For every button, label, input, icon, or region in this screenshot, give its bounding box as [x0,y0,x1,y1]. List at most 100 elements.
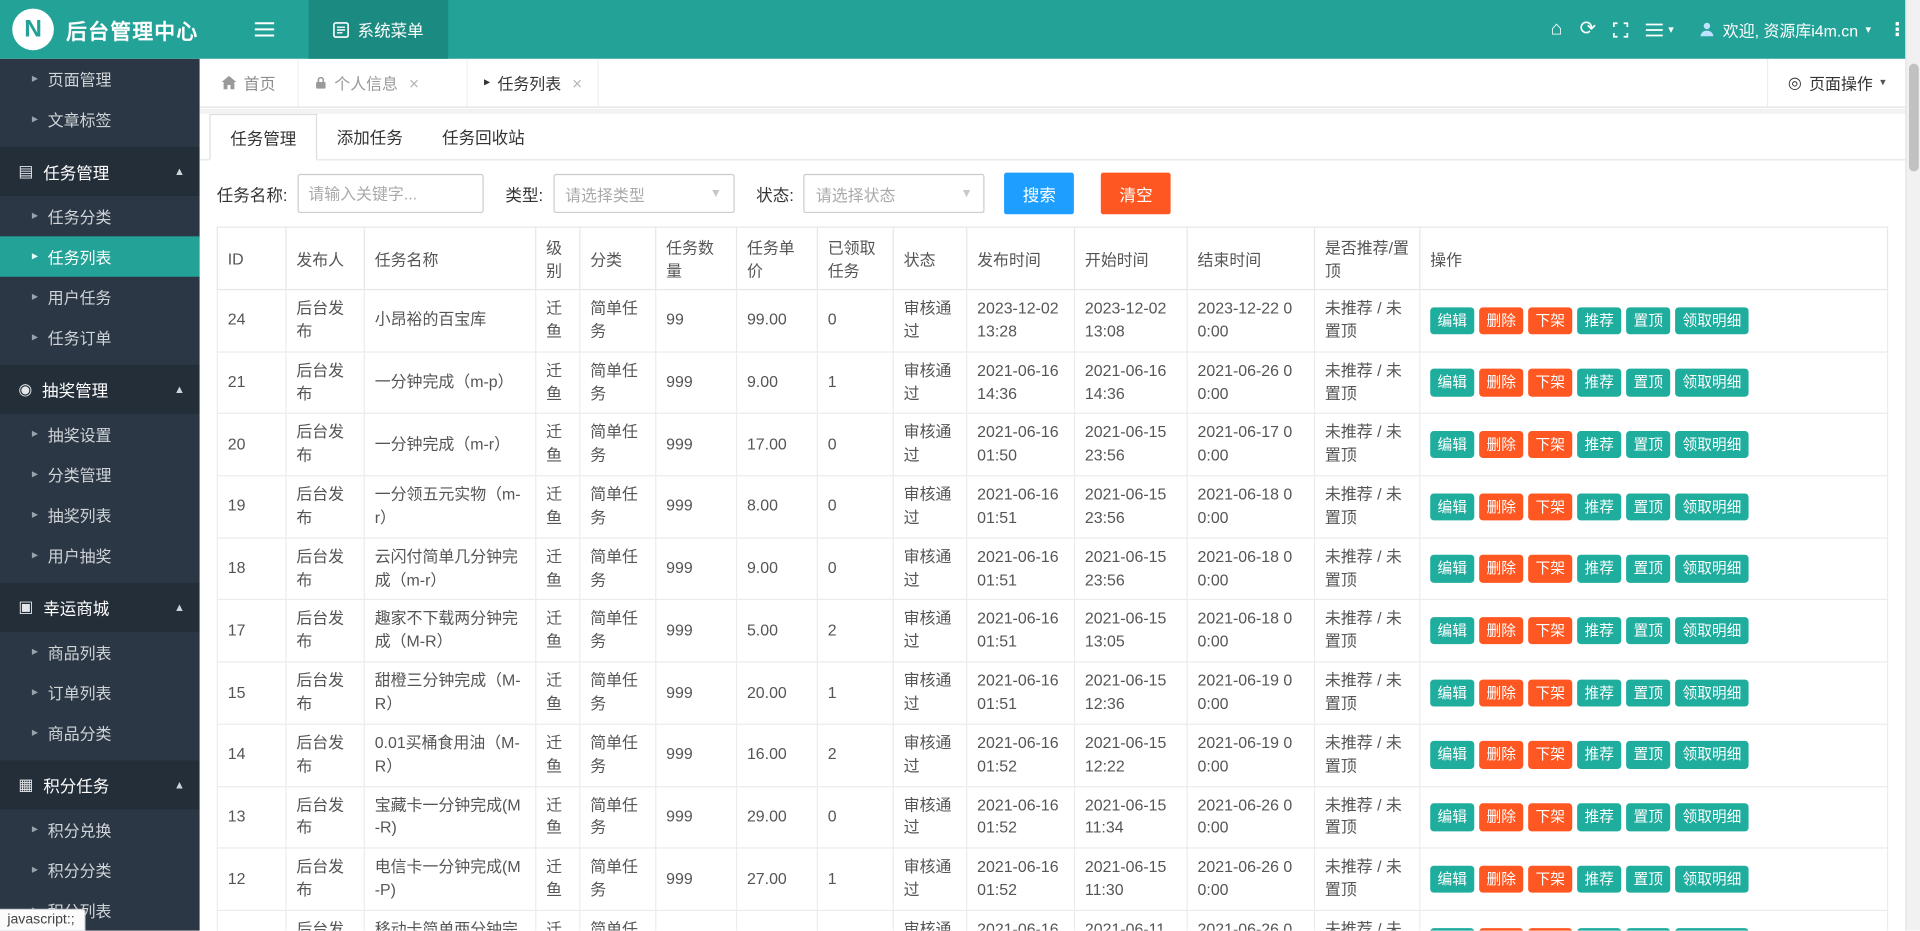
sidebar-item[interactable]: ▸用户任务 [0,277,200,317]
pin-button[interactable]: 置顶 [1626,369,1670,396]
claim-details-button[interactable]: 领取明细 [1675,555,1748,582]
delete-button[interactable]: 删除 [1479,493,1523,520]
vertical-scrollbar[interactable] [1905,0,1920,931]
claim-details-button[interactable]: 领取明细 [1675,617,1748,644]
sidebar-item[interactable]: ▸页面管理 [0,59,200,99]
sidebar-section[interactable]: ◉抽奖管理▲ [0,365,200,414]
sidebar-item[interactable]: ▸文章标签 [0,99,200,139]
sidebar-item[interactable]: ▸用户抽奖 [0,535,200,575]
recommend-button[interactable]: 推荐 [1577,307,1621,334]
claim-details-button[interactable]: 领取明细 [1675,493,1748,520]
page-operations-button[interactable]: ◎ 页面操作 ▾ [1767,59,1905,107]
claim-details-button[interactable]: 领取明细 [1675,866,1748,893]
breadcrumb-tab[interactable]: ▸任务列表× [467,59,600,107]
unlist-button[interactable]: 下架 [1528,431,1572,458]
edit-button[interactable]: 编辑 [1430,679,1474,706]
unlist-button[interactable]: 下架 [1528,928,1572,931]
sidebar-item[interactable]: ▸积分兑换 [0,809,200,849]
pin-button[interactable]: 置顶 [1626,555,1670,582]
delete-button[interactable]: 删除 [1479,369,1523,396]
sidebar-item[interactable]: ▸商品分类 [0,713,200,753]
unlist-button[interactable]: 下架 [1528,803,1572,830]
edit-button[interactable]: 编辑 [1430,928,1474,931]
delete-button[interactable]: 删除 [1479,555,1523,582]
delete-button[interactable]: 删除 [1479,431,1523,458]
delete-button[interactable]: 删除 [1479,307,1523,334]
breadcrumb-home[interactable]: 首页 [200,59,298,107]
sidebar-item[interactable]: ▸订单列表 [0,672,200,712]
recommend-button[interactable]: 推荐 [1577,431,1621,458]
nav-menu-icon[interactable]: ▾ [1646,23,1674,36]
content-tab[interactable]: 添加任务 [317,114,422,159]
type-select[interactable]: 请选择类型 ▼ [553,174,734,213]
recommend-button[interactable]: 推荐 [1577,741,1621,768]
delete-button[interactable]: 删除 [1479,617,1523,644]
claim-details-button[interactable]: 领取明细 [1675,369,1748,396]
refresh-icon[interactable]: ⟳ [1580,20,1596,40]
edit-button[interactable]: 编辑 [1430,866,1474,893]
recommend-button[interactable]: 推荐 [1577,493,1621,520]
delete-button[interactable]: 删除 [1479,928,1523,931]
delete-button[interactable]: 删除 [1479,866,1523,893]
delete-button[interactable]: 删除 [1479,741,1523,768]
edit-button[interactable]: 编辑 [1430,741,1474,768]
pin-button[interactable]: 置顶 [1626,617,1670,644]
sidebar-section[interactable]: ▤任务管理▲ [0,147,200,196]
claim-details-button[interactable]: 领取明细 [1675,679,1748,706]
close-icon[interactable]: × [409,73,419,93]
claim-details-button[interactable]: 领取明细 [1675,307,1748,334]
unlist-button[interactable]: 下架 [1528,741,1572,768]
sidebar-item[interactable]: ▸商品列表 [0,632,200,672]
close-icon[interactable]: × [572,73,582,93]
pin-button[interactable]: 置顶 [1626,431,1670,458]
pin-button[interactable]: 置顶 [1626,803,1670,830]
edit-button[interactable]: 编辑 [1430,555,1474,582]
sidebar-item[interactable]: ▸任务列表 [0,236,200,276]
sidebar-section[interactable]: ▣幸运商城▲ [0,583,200,632]
claim-details-button[interactable]: 领取明细 [1675,803,1748,830]
fullscreen-icon[interactable] [1613,21,1629,37]
delete-button[interactable]: 删除 [1479,679,1523,706]
breadcrumb-tab[interactable]: 个人信息× [298,59,435,107]
pin-button[interactable]: 置顶 [1626,741,1670,768]
sidebar-item[interactable]: ▸抽奖设置 [0,414,200,454]
recommend-button[interactable]: 推荐 [1577,617,1621,644]
edit-button[interactable]: 编辑 [1430,369,1474,396]
unlist-button[interactable]: 下架 [1528,617,1572,644]
sidebar-toggle-icon[interactable] [255,22,275,37]
recommend-button[interactable]: 推荐 [1577,803,1621,830]
pin-button[interactable]: 置顶 [1626,493,1670,520]
sidebar-section[interactable]: ▦积分任务▲ [0,760,200,809]
home-icon[interactable]: ⌂ [1551,20,1563,40]
edit-button[interactable]: 编辑 [1430,307,1474,334]
pin-button[interactable]: 置顶 [1626,866,1670,893]
unlist-button[interactable]: 下架 [1528,679,1572,706]
claim-details-button[interactable]: 领取明细 [1675,928,1748,931]
user-menu[interactable]: 欢迎, 资源库i4m.cn ▾ [1698,18,1871,41]
recommend-button[interactable]: 推荐 [1577,555,1621,582]
edit-button[interactable]: 编辑 [1430,431,1474,458]
unlist-button[interactable]: 下架 [1528,307,1572,334]
pin-button[interactable]: 置顶 [1626,307,1670,334]
sidebar-item[interactable]: ▸分类管理 [0,454,200,494]
scrollbar-thumb[interactable] [1909,64,1919,172]
pin-button[interactable]: 置顶 [1626,679,1670,706]
search-button[interactable]: 搜索 [1004,173,1074,215]
recommend-button[interactable]: 推荐 [1577,369,1621,396]
task-name-input[interactable] [297,174,483,213]
recommend-button[interactable]: 推荐 [1577,928,1621,931]
status-select[interactable]: 请选择状态 ▼ [804,174,985,213]
edit-button[interactable]: 编辑 [1430,493,1474,520]
sidebar-item[interactable]: ▸抽奖列表 [0,495,200,535]
unlist-button[interactable]: 下架 [1528,866,1572,893]
sidebar-item[interactable]: ▸任务分类 [0,196,200,236]
edit-button[interactable]: 编辑 [1430,617,1474,644]
recommend-button[interactable]: 推荐 [1577,866,1621,893]
pin-button[interactable]: 置顶 [1626,928,1670,931]
delete-button[interactable]: 删除 [1479,803,1523,830]
system-menu-tab[interactable]: 系统菜单 [309,0,449,59]
sidebar-item[interactable]: ▸任务订单 [0,317,200,357]
content-tab[interactable]: 任务管理 [209,114,317,161]
unlist-button[interactable]: 下架 [1528,493,1572,520]
unlist-button[interactable]: 下架 [1528,369,1572,396]
